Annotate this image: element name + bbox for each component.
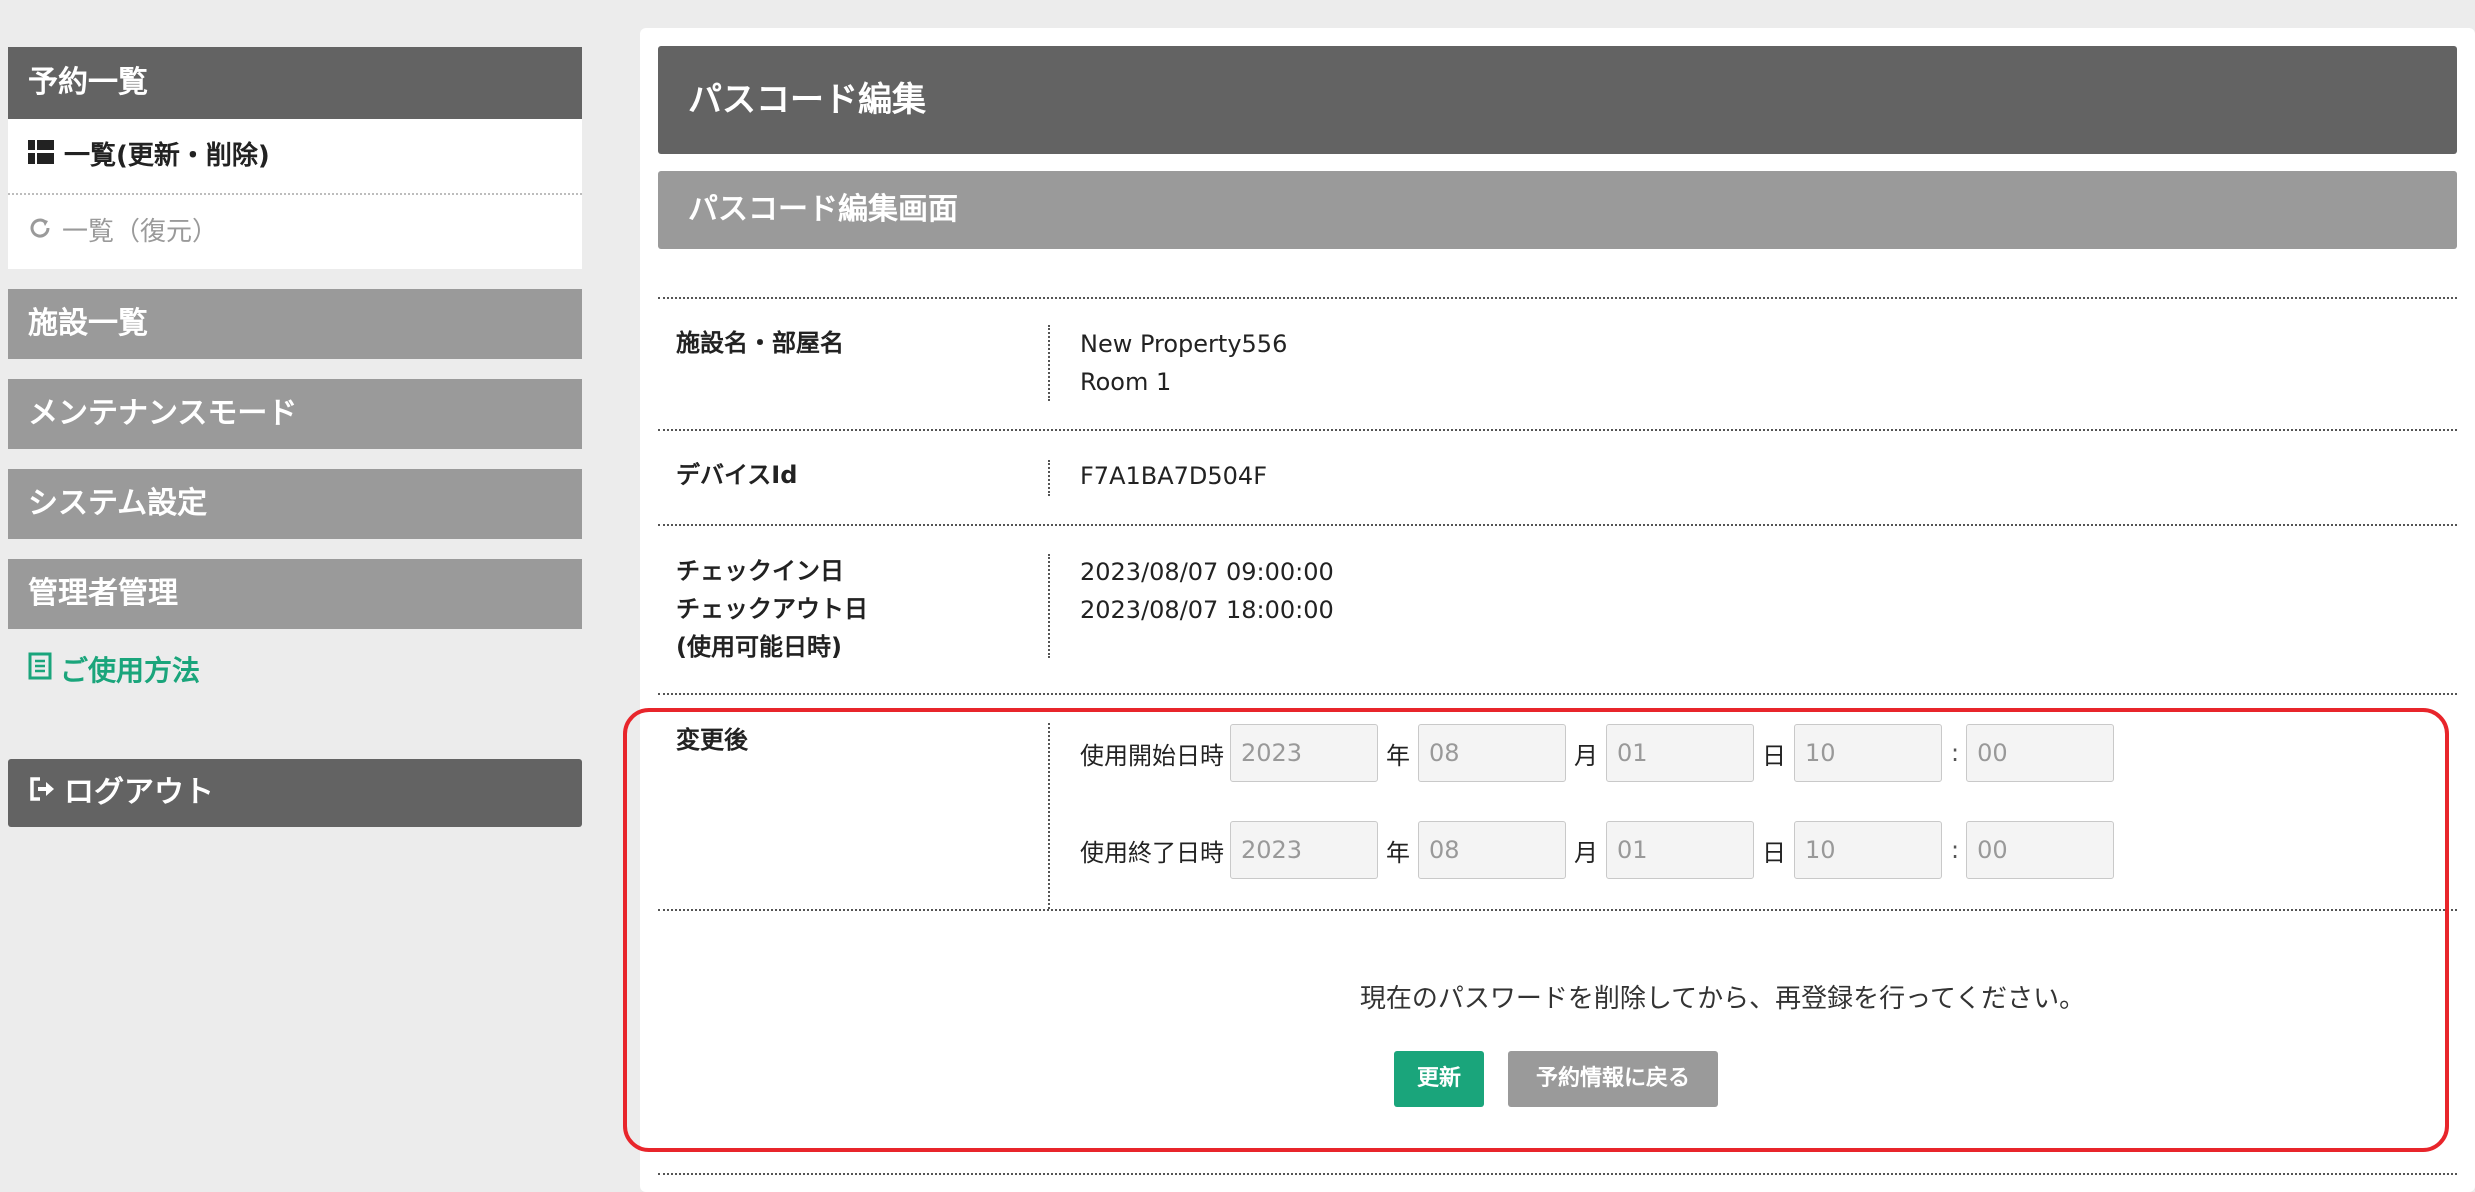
usable-datetime-label: (使用可能日時) bbox=[676, 633, 842, 661]
page-title: パスコード編集 bbox=[658, 46, 2457, 154]
year-unit: 年 bbox=[1386, 838, 1410, 867]
divider bbox=[1048, 723, 1050, 909]
sidebar-header-reservations[interactable]: 予約一覧 bbox=[8, 47, 582, 119]
back-to-reservation-button[interactable]: 予約情報に戻る bbox=[1508, 1051, 1718, 1107]
sidebar-item-facilities[interactable]: 施設一覧 bbox=[8, 289, 582, 359]
start-month-input[interactable] bbox=[1418, 724, 1566, 782]
end-day-input[interactable] bbox=[1606, 821, 1754, 879]
notice-text: 現在のパスワードを削除してから、再登録を行ってください。 bbox=[1359, 984, 2086, 1014]
day-unit: 日 bbox=[1762, 741, 1786, 770]
update-button[interactable]: 更新 bbox=[1394, 1051, 1484, 1107]
sidebar-item-list-update-delete[interactable]: 一覧(更新・削除) bbox=[8, 119, 582, 195]
month-unit: 月 bbox=[1574, 838, 1598, 867]
sign-out-icon bbox=[28, 759, 56, 827]
divider bbox=[1048, 325, 1050, 401]
divider bbox=[1048, 460, 1050, 496]
checkout-value: 2023/08/07 18:00:00 bbox=[1080, 596, 1334, 624]
sidebar-item-label: 一覧(更新・削除) bbox=[64, 141, 270, 171]
document-icon bbox=[28, 652, 52, 687]
divider bbox=[1048, 554, 1050, 658]
checkin-label: チェックイン日 bbox=[676, 557, 844, 585]
logout-button[interactable]: ログアウト bbox=[8, 759, 582, 827]
start-day-input[interactable] bbox=[1606, 724, 1754, 782]
divider bbox=[658, 1173, 2457, 1175]
usage-label: ご使用方法 bbox=[60, 654, 201, 687]
end-datetime-label: 使用終了日時 bbox=[1080, 838, 1224, 867]
start-hour-input[interactable] bbox=[1794, 724, 1942, 782]
room-name: Room 1 bbox=[1080, 368, 1172, 396]
sidebar: 予約一覧 一覧(更新・削除) 一覧（復元） 施設一覧 メンテナンスモード システ… bbox=[8, 47, 582, 827]
time-separator: : bbox=[1951, 836, 1960, 864]
end-datetime-row: 使用終了日時 年 月 日 : bbox=[1080, 821, 2115, 879]
end-minute-input[interactable] bbox=[1966, 821, 2115, 879]
sidebar-item-admin-management[interactable]: 管理者管理 bbox=[8, 559, 582, 629]
device-id-label: デバイスId bbox=[676, 461, 798, 489]
divider bbox=[658, 693, 2457, 695]
checkin-value: 2023/08/07 09:00:00 bbox=[1080, 558, 1334, 586]
divider bbox=[658, 909, 2457, 911]
divider bbox=[658, 429, 2457, 431]
sidebar-item-system-settings[interactable]: システム設定 bbox=[8, 469, 582, 539]
main-panel: パスコード編集 パスコード編集画面 施設名・部屋名 New Property55… bbox=[640, 28, 2475, 1192]
start-minute-input[interactable] bbox=[1966, 724, 2115, 782]
divider bbox=[658, 524, 2457, 526]
start-datetime-label: 使用開始日時 bbox=[1080, 741, 1224, 770]
logout-label: ログアウト bbox=[64, 775, 214, 810]
day-unit: 日 bbox=[1762, 838, 1786, 867]
start-year-input[interactable] bbox=[1230, 724, 1378, 782]
end-year-input[interactable] bbox=[1230, 821, 1378, 879]
start-datetime-row: 使用開始日時 年 月 日 : bbox=[1080, 724, 2115, 782]
usage-link[interactable]: ご使用方法 bbox=[8, 649, 582, 689]
sidebar-item-label: 一覧（復元） bbox=[62, 217, 219, 247]
divider bbox=[658, 297, 2457, 299]
device-id-value: F7A1BA7D504F bbox=[1080, 462, 1268, 490]
month-unit: 月 bbox=[1574, 741, 1598, 770]
checkout-label: チェックアウト日 bbox=[676, 595, 868, 623]
end-month-input[interactable] bbox=[1418, 821, 1566, 879]
sidebar-item-maintenance-mode[interactable]: メンテナンスモード bbox=[8, 379, 582, 449]
facility-room-label: 施設名・部屋名 bbox=[676, 329, 844, 357]
end-hour-input[interactable] bbox=[1794, 821, 1942, 879]
year-unit: 年 bbox=[1386, 741, 1410, 770]
facility-name: New Property556 bbox=[1080, 330, 1288, 358]
list-icon bbox=[28, 119, 54, 193]
refresh-icon bbox=[28, 195, 52, 269]
section-title: パスコード編集画面 bbox=[658, 171, 2457, 249]
change-after-label: 変更後 bbox=[676, 726, 748, 754]
sidebar-item-list-restore[interactable]: 一覧（復元） bbox=[8, 195, 582, 269]
time-separator: : bbox=[1951, 739, 1960, 767]
